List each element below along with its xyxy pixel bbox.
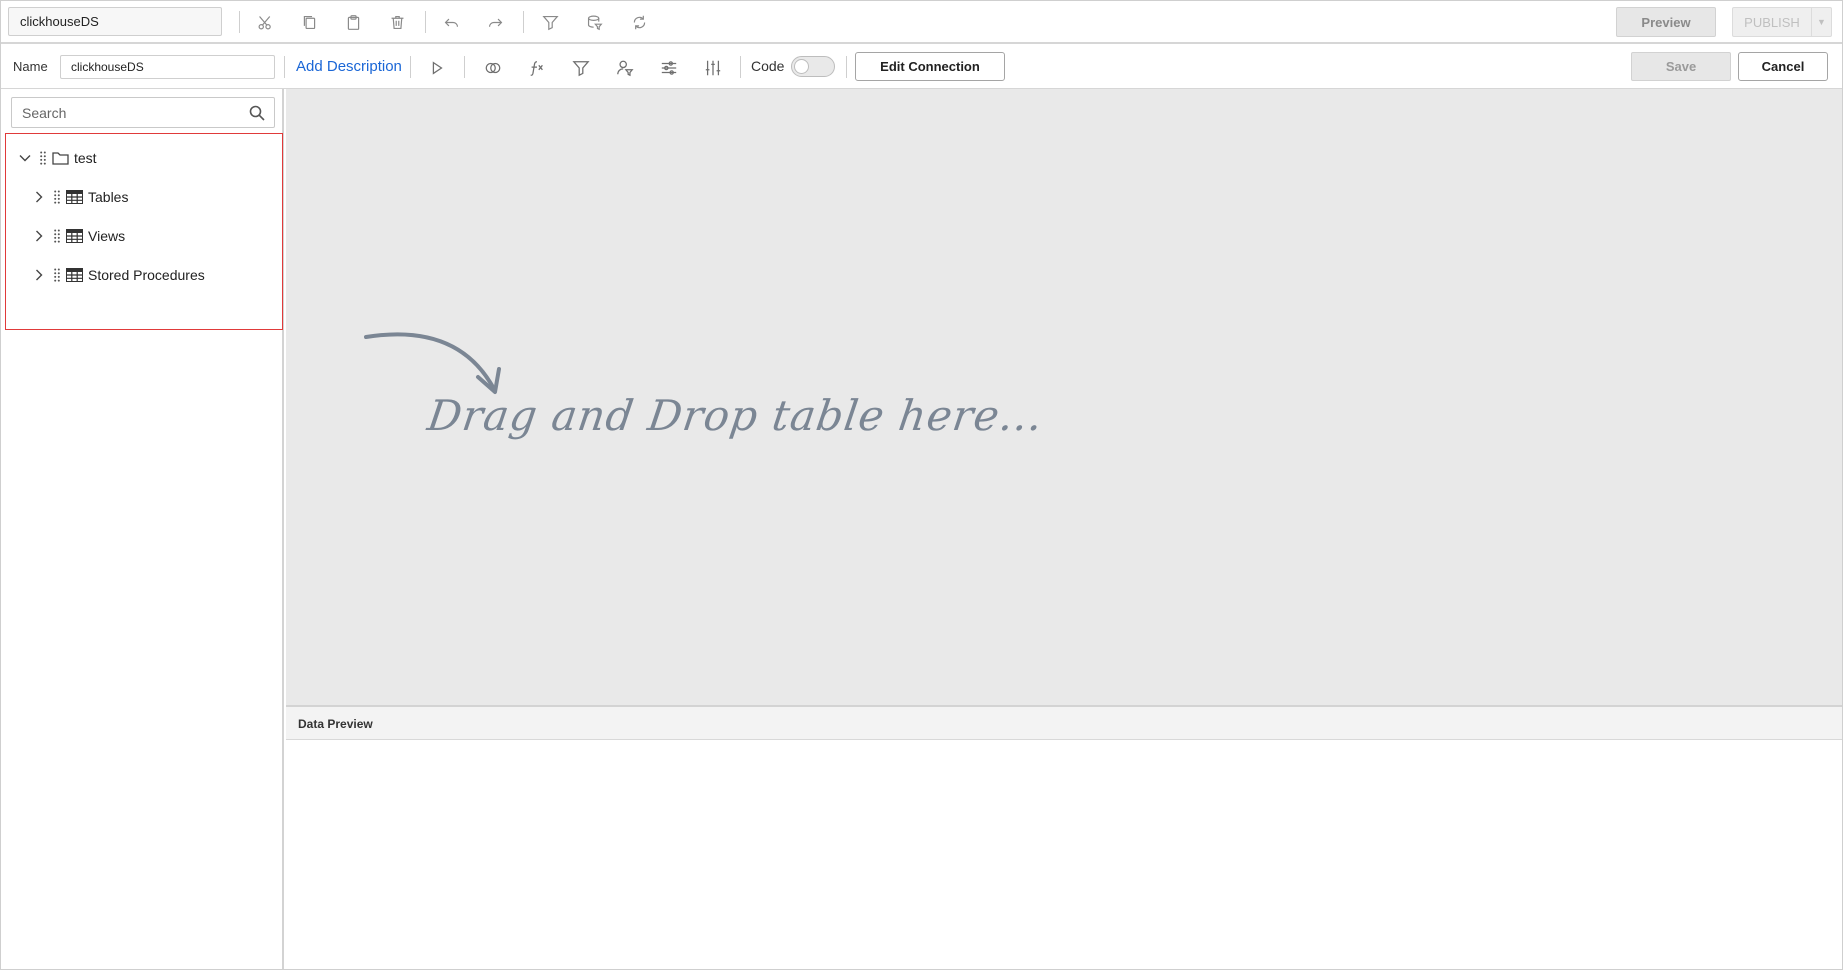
data-preview-title: Data Preview <box>298 717 373 731</box>
chevron-down-icon[interactable]: ▼ <box>1811 8 1831 36</box>
toolbar-divider <box>410 56 411 78</box>
redo-icon[interactable] <box>485 12 505 32</box>
publish-button[interactable]: PUBLISH ▼ <box>1732 7 1832 37</box>
tree-node-label: Stored Procedures <box>88 267 205 283</box>
toolbar-divider <box>284 56 285 78</box>
drop-hint-text: Drag and Drop table here... <box>424 391 1047 440</box>
tree-node-root[interactable]: test <box>18 145 97 171</box>
parameters-icon[interactable] <box>702 57 724 79</box>
table-icon <box>65 267 83 283</box>
delete-icon[interactable] <box>387 12 407 32</box>
top-toolbar: clickhouseDS Preview PUBLISH ▼ <box>1 1 1842 44</box>
save-button[interactable]: Save <box>1631 52 1731 81</box>
folder-icon <box>51 150 69 166</box>
code-toggle[interactable] <box>791 56 835 77</box>
cut-icon[interactable] <box>255 12 275 32</box>
schema-panel: test Tables <box>3 89 284 969</box>
drag-handle-icon[interactable] <box>38 150 48 166</box>
add-description-link[interactable]: Add Description <box>296 58 402 75</box>
tree-node-label: test <box>74 150 97 166</box>
user-filter-icon[interactable] <box>614 57 636 79</box>
table-icon <box>65 228 83 244</box>
filter-icon[interactable] <box>540 12 560 32</box>
settings-sliders-icon[interactable] <box>658 57 680 79</box>
tree-node-tables[interactable]: Tables <box>32 184 128 210</box>
tree-node-label: Views <box>88 228 126 244</box>
code-label: Code <box>751 58 785 74</box>
join-icon[interactable] <box>482 57 504 79</box>
design-canvas[interactable]: Drag and Drop table here... <box>286 89 1842 707</box>
chevron-right-icon[interactable] <box>32 229 46 243</box>
toolbar-divider <box>425 11 426 33</box>
toolbar-divider <box>464 56 465 78</box>
tree-node-views[interactable]: Views <box>32 223 125 249</box>
toolbar-divider <box>846 56 847 78</box>
tree-node-stored-procedures[interactable]: Stored Procedures <box>32 262 205 288</box>
search-input[interactable] <box>12 98 242 127</box>
search-icon[interactable] <box>249 105 265 121</box>
filter-icon[interactable] <box>570 57 592 79</box>
query-designer-toolbar: Name Add Description Code <box>1 46 1842 89</box>
data-preview-header: Data Preview <box>286 707 1842 740</box>
datasource-title-field[interactable]: clickhouseDS <box>8 7 222 36</box>
run-icon[interactable] <box>426 57 448 79</box>
copy-icon[interactable] <box>299 12 319 32</box>
refresh-icon[interactable] <box>629 12 649 32</box>
expression-icon[interactable] <box>526 57 548 79</box>
schema-tree: test Tables Views Stored Procedures <box>5 133 283 330</box>
drag-handle-icon[interactable] <box>52 267 62 283</box>
curved-arrow-icon <box>364 332 501 394</box>
chevron-down-icon[interactable] <box>18 151 32 165</box>
toggle-knob <box>794 59 809 74</box>
preview-button[interactable]: Preview <box>1616 7 1716 37</box>
drag-handle-icon[interactable] <box>52 189 62 205</box>
tree-node-label: Tables <box>88 189 129 205</box>
database-filter-icon[interactable] <box>584 12 604 32</box>
name-field[interactable] <box>60 55 275 79</box>
data-preview-grid <box>286 740 1842 969</box>
app-window: clickhouseDS Preview PUBLISH ▼ Name clic… <box>0 0 1843 970</box>
chevron-right-icon[interactable] <box>32 268 46 282</box>
chevron-right-icon[interactable] <box>32 190 46 204</box>
cancel-button[interactable]: Cancel <box>1738 52 1828 81</box>
publish-button-label: PUBLISH <box>1744 14 1800 30</box>
toolbar-divider <box>740 56 741 78</box>
paste-icon[interactable] <box>343 12 363 32</box>
edit-connection-button[interactable]: Edit Connection <box>855 52 1005 81</box>
search-box <box>11 97 275 128</box>
drag-handle-icon[interactable] <box>52 228 62 244</box>
table-icon <box>65 189 83 205</box>
toolbar-divider <box>523 11 524 33</box>
toolbar-divider <box>239 11 240 33</box>
name-label: Name <box>13 59 48 74</box>
undo-icon[interactable] <box>441 12 461 32</box>
